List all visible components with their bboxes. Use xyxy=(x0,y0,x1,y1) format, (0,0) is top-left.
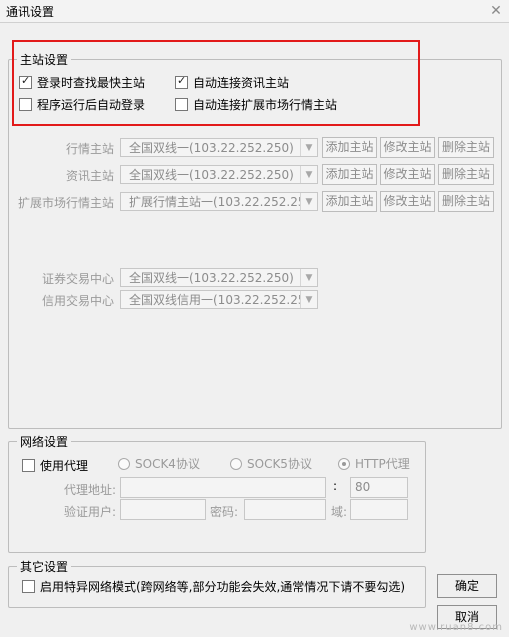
radio-icon xyxy=(118,457,130,470)
quote-station-label: 行情主站 xyxy=(65,142,114,156)
securities-trade-label: 证券交易中心 xyxy=(41,272,114,286)
info-station-value: 全国双线一(103.22.252.250) xyxy=(129,168,294,182)
delete-station-button[interactable]: 删除主站 xyxy=(438,137,494,158)
radio-label: HTTP代理 xyxy=(355,457,410,471)
radio-icon xyxy=(230,457,242,470)
use-proxy-checkbox[interactable]: 使用代理 xyxy=(22,457,88,473)
info-station-select[interactable]: 全国双线一(103.22.252.250) ▼ xyxy=(120,165,318,184)
checkbox-label: 自动连接扩展市场行情主站 xyxy=(193,97,338,112)
checkbox-label: 登录时查找最快主站 xyxy=(37,75,146,90)
domain-label: 域: xyxy=(331,505,348,519)
auth-user-input[interactable] xyxy=(120,499,206,520)
sock4-radio[interactable]: SOCK4协议 xyxy=(118,455,200,472)
title-bar: 通讯设置 ✕ xyxy=(0,0,509,23)
domain-input[interactable] xyxy=(350,499,408,520)
http-proxy-radio[interactable]: HTTP代理 xyxy=(338,455,410,472)
checkbox-box xyxy=(22,579,35,593)
add-station-button[interactable]: 添加主站 xyxy=(322,191,377,212)
ext-market-station-select[interactable]: 扩展行情主站一(103.22.252.25 ▼ xyxy=(120,192,318,211)
add-station-button[interactable]: 添加主站 xyxy=(322,137,377,158)
proxy-address-input[interactable] xyxy=(120,477,326,498)
ext-market-station-value: 扩展行情主站一(103.22.252.25 xyxy=(129,195,300,209)
auto-connect-info-checkbox[interactable]: ✓ 自动连接资讯主站 xyxy=(175,74,289,90)
password-input[interactable] xyxy=(244,499,326,520)
auto-login-checkbox[interactable]: 程序运行后自动登录 xyxy=(19,96,145,112)
sock5-radio[interactable]: SOCK5协议 xyxy=(230,455,312,472)
delete-station-button[interactable]: 删除主站 xyxy=(438,164,494,185)
credit-trade-select[interactable]: 全国双线信用一(103.22.252.25 ▼ xyxy=(120,290,318,309)
window-title: 通讯设置 xyxy=(6,5,55,19)
port-separator: : xyxy=(333,479,338,493)
checkbox-box: ✓ xyxy=(175,73,188,89)
quote-station-select[interactable]: 全国双线一(103.22.252.250) ▼ xyxy=(120,138,318,157)
network-group-title: 网络设置 xyxy=(17,433,72,450)
proxy-port-input[interactable]: 80 xyxy=(350,477,408,498)
chevron-down-icon: ▼ xyxy=(300,166,317,183)
quote-station-value: 全国双线一(103.22.252.250) xyxy=(129,141,294,155)
checkbox-label: 自动连接资讯主站 xyxy=(193,75,290,90)
chevron-down-icon: ▼ xyxy=(300,269,317,286)
auth-user-label: 验证用户: xyxy=(63,505,116,519)
other-settings-group-title: 其它设置 xyxy=(17,558,72,575)
checkbox-box: ✓ xyxy=(19,73,32,89)
checkbox-label: 使用代理 xyxy=(40,458,89,473)
checkbox-box xyxy=(175,97,188,111)
special-network-checkbox[interactable]: 启用特异网络模式(跨网络等,部分功能会失效,通常情况下请不要勾选) xyxy=(22,578,405,594)
proxy-address-label: 代理地址: xyxy=(63,483,116,497)
find-fastest-station-checkbox[interactable]: ✓ 登录时查找最快主站 xyxy=(19,74,145,90)
password-label: 密码: xyxy=(210,505,239,519)
ok-button[interactable]: 确定 xyxy=(437,574,497,598)
checkbox-label: 程序运行后自动登录 xyxy=(37,97,146,112)
checkbox-box xyxy=(22,458,35,472)
radio-selected-icon xyxy=(338,457,350,470)
securities-trade-value: 全国双线一(103.22.252.250) xyxy=(129,271,294,285)
credit-trade-value: 全国双线信用一(103.22.252.25 xyxy=(129,293,300,307)
checkbox-box xyxy=(19,97,32,111)
ext-market-station-label: 扩展市场行情主站 xyxy=(17,196,114,210)
info-station-label: 资讯主站 xyxy=(65,169,114,183)
check-icon: ✓ xyxy=(21,73,31,87)
auto-connect-ext-market-checkbox[interactable]: 自动连接扩展市场行情主站 xyxy=(175,96,337,112)
credit-trade-label: 信用交易中心 xyxy=(41,294,114,308)
close-icon[interactable]: ✕ xyxy=(487,2,505,20)
watermark-text: www.ruan8.com xyxy=(409,622,503,633)
edit-station-button[interactable]: 修改主站 xyxy=(380,137,435,158)
edit-station-button[interactable]: 修改主站 xyxy=(380,164,435,185)
edit-station-button[interactable]: 修改主站 xyxy=(380,191,435,212)
radio-label: SOCK4协议 xyxy=(135,457,200,471)
delete-station-button[interactable]: 删除主站 xyxy=(438,191,494,212)
chevron-down-icon: ▼ xyxy=(300,291,317,308)
chevron-down-icon: ▼ xyxy=(300,139,317,156)
radio-label: SOCK5协议 xyxy=(247,457,312,471)
securities-trade-select[interactable]: 全国双线一(103.22.252.250) ▼ xyxy=(120,268,318,287)
check-icon: ✓ xyxy=(177,73,187,87)
chevron-down-icon: ▼ xyxy=(300,193,317,210)
checkbox-label: 启用特异网络模式(跨网络等,部分功能会失效,通常情况下请不要勾选) xyxy=(40,579,405,594)
add-station-button[interactable]: 添加主站 xyxy=(322,164,377,185)
